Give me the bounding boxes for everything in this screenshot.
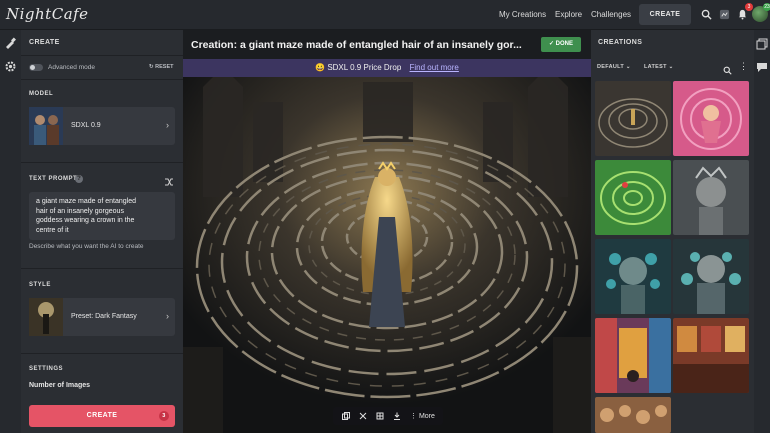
sort-filter-dropdown[interactable]: DEFAULT ⌄ (597, 64, 631, 70)
prompt-section-title: TEXT PROMPT (29, 176, 78, 182)
shuffle-icon[interactable] (164, 174, 174, 192)
avatar-badge: 23 (763, 3, 770, 11)
search-icon[interactable] (723, 62, 732, 80)
teal-god-thumbnail (673, 239, 749, 314)
teal-god-thumbnail (595, 239, 671, 314)
smile-icon: 😀 (315, 63, 326, 72)
creation-thumbnail[interactable] (673, 160, 749, 235)
creation-view: Creation: a giant maze made of entangled… (183, 30, 591, 433)
search-icon[interactable] (699, 7, 713, 21)
download-icon[interactable] (393, 412, 402, 421)
divider (21, 353, 183, 354)
evolve-icon[interactable] (358, 412, 367, 421)
more-button[interactable]: ⋮ More (410, 412, 435, 420)
help-icon[interactable]: ? (75, 175, 83, 183)
street-thumbnail (595, 318, 671, 393)
green-maze-thumbnail (595, 160, 671, 235)
app-window: NightCafe My Creations Explore Challenge… (0, 0, 770, 433)
create-button-label: CREATE (86, 412, 118, 419)
done-button[interactable]: ✓ DONE (541, 37, 581, 52)
maze-goddess-artwork (183, 77, 591, 433)
more-label: More (418, 413, 435, 420)
chevron-down-icon: ⌄ (668, 64, 674, 70)
create-brush-icon[interactable] (4, 37, 17, 50)
advanced-mode-label: Advanced mode (48, 64, 95, 71)
model-selector[interactable]: SDXL 0.9 › (29, 107, 175, 145)
sort-filter-label: DEFAULT (597, 64, 625, 70)
gear-icon[interactable] (4, 60, 17, 73)
style-name: Preset: Dark Fantasy (71, 313, 137, 320)
create-panel: CREATE Advanced mode ↻ RESET MODEL SDXL … (21, 30, 183, 433)
gallery-icon[interactable] (717, 7, 731, 21)
creation-thumbnail[interactable] (673, 81, 749, 156)
creation-thumbnail[interactable] (595, 81, 671, 156)
prompt-hint: Describe what you want the AI to create (29, 243, 144, 250)
num-images-label: Number of Images (29, 382, 91, 389)
room-thumbnail (673, 318, 749, 393)
nav-my-creations[interactable]: My Creations (499, 10, 546, 19)
chevron-right-icon: › (166, 120, 169, 130)
model-thumbnail (29, 107, 63, 145)
maze-thumbnail (595, 81, 671, 156)
divider (21, 55, 183, 56)
bell-icon[interactable]: 3 (735, 3, 753, 21)
create-count-badge: 3 (159, 411, 169, 421)
creation-thumbnail[interactable] (595, 397, 671, 433)
pattern-thumbnail (595, 397, 671, 433)
check-icon: ✓ (548, 41, 556, 47)
image-toolbar: ⋮ More (333, 407, 443, 425)
model-section-title: MODEL (29, 91, 54, 97)
divider (21, 268, 183, 269)
reset-button[interactable]: ↻ RESET (149, 64, 173, 70)
settings-section-title: SETTINGS (29, 366, 64, 372)
time-filter-dropdown[interactable]: LATEST ⌄ (644, 64, 674, 70)
creations-title: CREATIONS (598, 39, 643, 46)
creation-thumbnail[interactable] (595, 318, 671, 393)
nav-explore[interactable]: Explore (555, 10, 582, 19)
model-name: SDXL 0.9 (71, 122, 101, 129)
chevron-right-icon: › (166, 311, 169, 321)
creation-thumbnail[interactable] (595, 160, 671, 235)
chat-icon[interactable] (756, 60, 768, 78)
divider (21, 79, 183, 80)
chevron-down-icon: ⌄ (625, 64, 631, 70)
stone-god-thumbnail (673, 160, 749, 235)
style-section-title: STYLE (29, 282, 51, 288)
reset-label: RESET (155, 64, 174, 70)
creation-title: Creation: a giant maze made of entangled… (191, 39, 522, 51)
divider (21, 162, 183, 163)
kebab-menu-icon[interactable]: ⋮ (739, 61, 748, 72)
creation-image[interactable]: ⋮ More (183, 77, 591, 433)
pink-hair-thumbnail (673, 81, 749, 156)
left-icon-strip (0, 30, 21, 433)
creation-thumbnail[interactable] (673, 318, 749, 393)
style-thumbnail (29, 298, 63, 336)
advanced-mode-toggle[interactable] (29, 64, 43, 71)
done-label: DONE (555, 41, 574, 47)
create-button[interactable]: CREATE 3 (29, 405, 175, 427)
promo-text: SDXL 0.9 Price Drop (327, 63, 402, 72)
prompt-textarea[interactable]: a giant maze made of entangled hair of a… (29, 192, 175, 240)
right-icon-strip (754, 30, 770, 433)
promo-banner: 😀 SDXL 0.9 Price Drop Find out more (183, 59, 591, 77)
promo-link[interactable]: Find out more (410, 63, 459, 72)
style-selector[interactable]: Preset: Dark Fantasy › (29, 298, 175, 336)
avatar[interactable]: 23 (752, 3, 770, 22)
nav-challenges[interactable]: Challenges (591, 10, 631, 19)
creations-panel: CREATIONS DEFAULT ⌄ LATEST ⌄ ⋮ (591, 30, 754, 433)
panel-title: CREATE (29, 39, 60, 46)
gallery-stack-icon[interactable] (756, 37, 768, 55)
logo[interactable]: NightCafe (6, 5, 89, 23)
copy-icon[interactable] (341, 412, 350, 421)
creation-thumbnail[interactable] (595, 239, 671, 314)
time-filter-label: LATEST (644, 64, 667, 70)
creation-thumbnail[interactable] (673, 239, 749, 314)
top-nav-bar: NightCafe My Creations Explore Challenge… (0, 0, 770, 30)
enhance-icon[interactable] (376, 412, 385, 421)
create-top-button[interactable]: CREATE (639, 4, 691, 25)
